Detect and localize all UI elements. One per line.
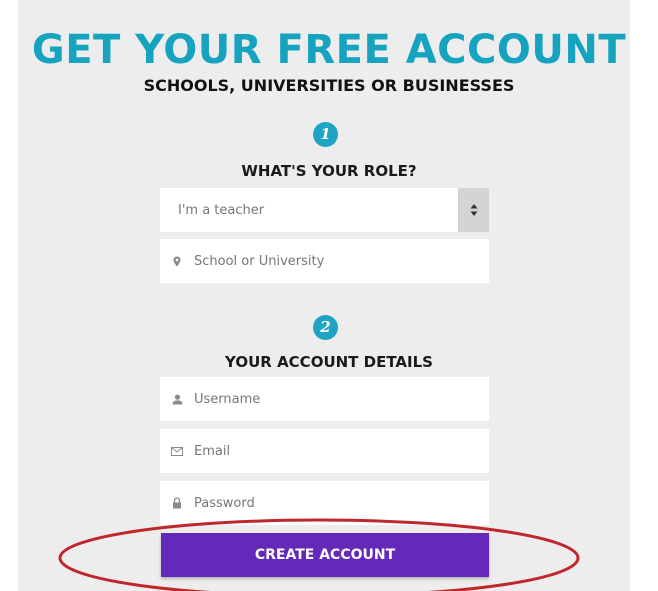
lock-icon	[160, 497, 194, 509]
select-arrows-icon[interactable]	[458, 188, 489, 232]
password-placeholder: Password	[194, 495, 255, 511]
username-placeholder: Username	[194, 391, 261, 407]
map-pin-icon	[160, 256, 194, 267]
role-section-label: WHAT'S YOUR ROLE?	[241, 162, 417, 180]
email-field[interactable]: Email	[160, 429, 489, 473]
username-field[interactable]: Username	[160, 377, 489, 421]
role-select[interactable]: I'm a teacher	[160, 188, 489, 232]
password-field[interactable]: Password	[160, 481, 489, 525]
role-select-value: I'm a teacher	[178, 202, 265, 218]
create-account-button[interactable]: CREATE ACCOUNT	[161, 533, 489, 577]
account-details-label: YOUR ACCOUNT DETAILS	[225, 353, 433, 371]
page-title: GET YOUR FREE ACCOUNT	[31, 27, 627, 73]
page-subtitle: SCHOOLS, UNIVERSITIES OR BUSINESSES	[143, 76, 515, 95]
step-1-badge: 1	[313, 122, 338, 147]
school-field[interactable]: School or University	[160, 239, 489, 283]
user-icon	[160, 394, 194, 405]
email-placeholder: Email	[194, 443, 231, 459]
school-placeholder: School or University	[194, 253, 325, 269]
envelope-icon	[160, 446, 194, 456]
step-2-badge: 2	[313, 315, 338, 340]
